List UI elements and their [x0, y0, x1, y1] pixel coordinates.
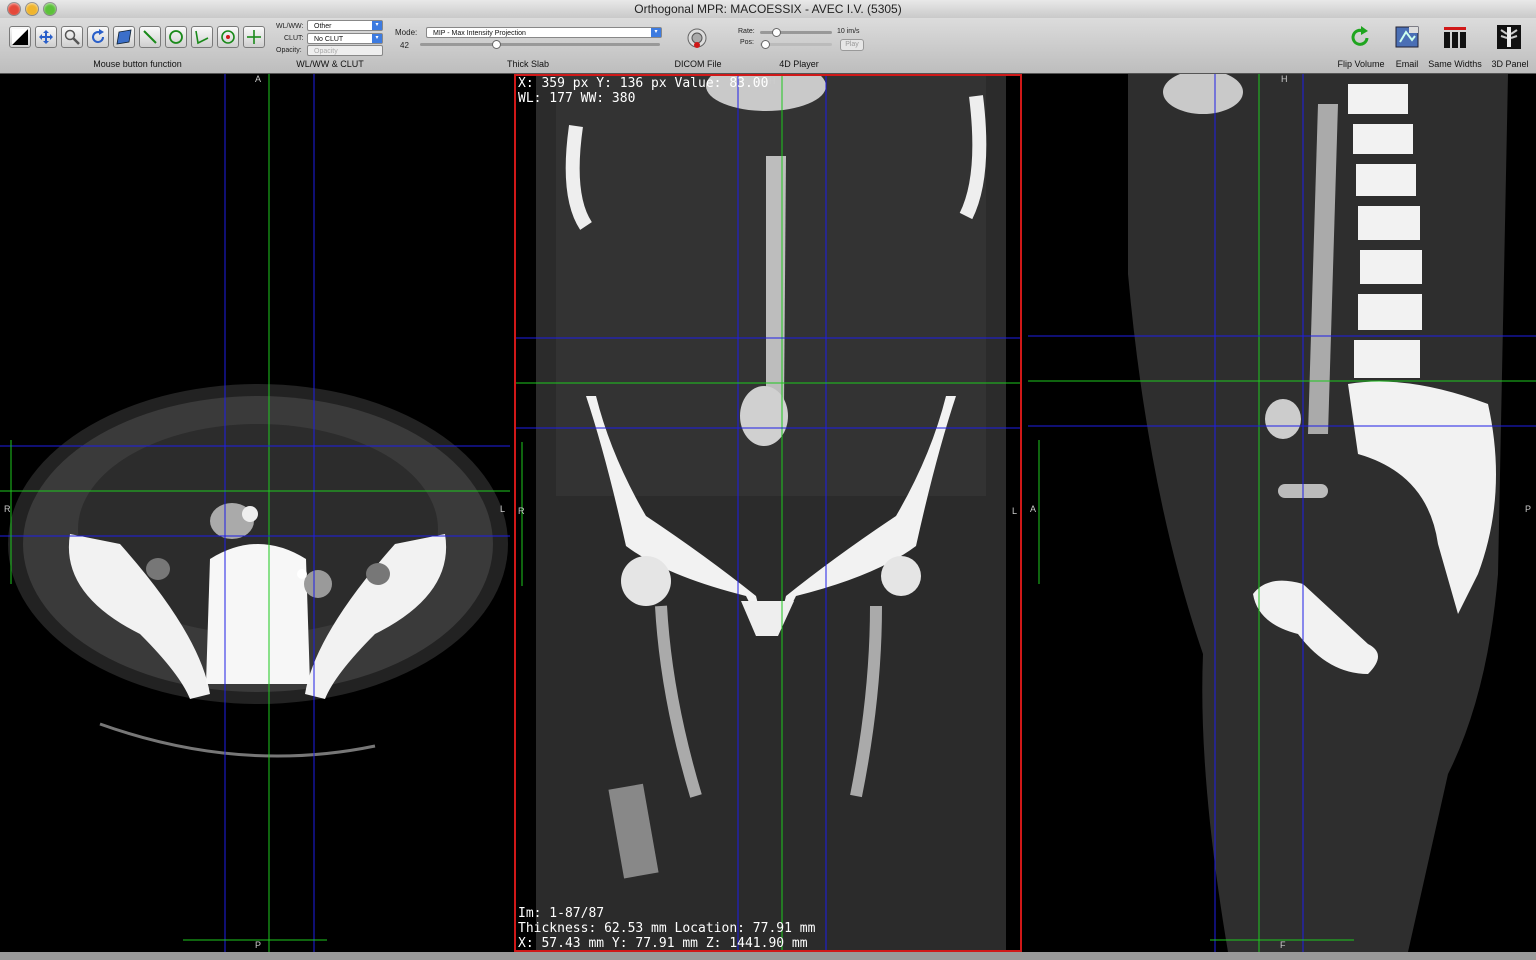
thick-slab-label: Thick Slab — [506, 59, 550, 69]
pos-slider-knob[interactable] — [761, 40, 770, 49]
scroll-stack-tool-button[interactable] — [113, 26, 135, 48]
wlww-clut-label: WL/WW & CLUT — [296, 59, 364, 69]
crosshair-tool-button[interactable] — [243, 26, 265, 48]
axial-orient-bottom: P — [255, 940, 262, 950]
sagittal-orient-bottom: F — [1280, 940, 1286, 950]
window-bottom-border — [0, 952, 1536, 960]
coronal-orient-left: R — [518, 506, 525, 516]
chevron-down-icon: ▾ — [372, 21, 382, 30]
sagittal-orient-right: P — [1525, 504, 1532, 514]
same-widths-label: Same Widths — [1428, 59, 1482, 69]
oval-tool-button[interactable] — [165, 26, 187, 48]
same-widths-icon — [1444, 27, 1466, 48]
chevron-down-icon: ▾ — [651, 28, 661, 37]
rotate-icon — [92, 29, 105, 44]
point-icon — [221, 30, 235, 44]
point-tool-button[interactable] — [217, 26, 239, 48]
sagittal-orient-top: H — [1281, 74, 1288, 84]
coronal-orient-right: L — [1012, 506, 1018, 516]
clut-label: CLUT: — [284, 35, 304, 42]
pos-label: Pos: — [740, 39, 755, 46]
zoom-icon — [64, 29, 80, 45]
slab-slider[interactable] — [420, 43, 660, 46]
sagittal-view[interactable]: H F A P — [1028, 74, 1536, 952]
flip-volume-button[interactable] — [1348, 24, 1374, 50]
dicom-file-icon — [687, 28, 707, 48]
flip-volume-label: Flip Volume — [1337, 59, 1385, 69]
opacity-label: Opacity: — [276, 47, 302, 54]
zoom-tool-button[interactable] — [61, 26, 83, 48]
email-icon — [1395, 26, 1419, 48]
3d-panel-icon — [1497, 25, 1521, 49]
opacity-popup[interactable]: Opacity — [307, 45, 383, 56]
flip-volume-icon — [1351, 26, 1369, 46]
4d-player-label: 4D Player — [779, 59, 819, 69]
wl-ww-tool-button[interactable] — [9, 26, 31, 48]
rate-value: 10 im/s — [837, 28, 860, 35]
play-button[interactable]: Play — [840, 39, 864, 51]
email-label: Email — [1395, 59, 1419, 69]
coronal-thickness-location: Thickness: 62.53 mm Location: 77.91 mm — [518, 921, 816, 936]
rotate-tool-button[interactable] — [87, 26, 109, 48]
axial-orient-right: L — [500, 504, 506, 514]
coronal-view[interactable]: H R L X: 359 px Y: 136 px Value: 83.00 W… — [514, 74, 1022, 952]
coronal-image-index: Im: 1-87/87 — [518, 906, 605, 921]
opacity-value: Opacity — [314, 48, 338, 55]
toolbar: Mouse button function WL/WW: Other ▾ CLU… — [0, 18, 1536, 74]
coronal-info-line2: WL: 177 WW: 380 — [518, 91, 636, 106]
sagittal-ct-image — [1028, 74, 1536, 952]
axial-orient-left: R — [4, 504, 11, 514]
clut-value: No CLUT — [314, 36, 344, 43]
wlww-popup[interactable]: Other ▾ — [307, 20, 383, 31]
title-bar: Orthogonal MPR: MACOESSIX - AVEC I.V. (5… — [0, 0, 1536, 19]
sagittal-orient-left: A — [1030, 504, 1037, 514]
mouse-button-function-label: Mouse button function — [93, 59, 182, 69]
dicom-file-button[interactable] — [686, 26, 708, 50]
slab-value: 42 — [400, 41, 409, 50]
coronal-orient-top: H — [769, 76, 776, 86]
3d-panel-button[interactable] — [1496, 24, 1522, 50]
same-widths-button[interactable] — [1442, 24, 1468, 50]
mode-label: Mode: — [395, 28, 418, 37]
wlww-label: WL/WW: — [276, 23, 304, 30]
axial-ct-image — [0, 74, 510, 952]
wl-ww-icon — [12, 29, 28, 45]
window-title: Orthogonal MPR: MACOESSIX - AVEC I.V. (5… — [634, 2, 902, 16]
rate-slider[interactable] — [760, 31, 832, 34]
mode-popup[interactable]: MIP - Max Intensity Projection ▾ — [426, 27, 662, 38]
angle-icon — [195, 30, 209, 45]
length-tool-button[interactable] — [139, 26, 161, 48]
email-button[interactable] — [1394, 24, 1420, 50]
oval-icon — [169, 30, 183, 44]
rate-slider-knob[interactable] — [772, 28, 781, 37]
pan-icon — [39, 30, 53, 44]
axial-orient-top: A — [255, 74, 262, 84]
dicom-file-label: DICOM File — [674, 59, 722, 69]
mode-value: MIP - Max Intensity Projection — [433, 30, 526, 37]
angle-tool-button[interactable] — [191, 26, 213, 48]
crosshair-icon — [247, 30, 261, 44]
pos-slider[interactable] — [760, 43, 832, 46]
slab-slider-knob[interactable] — [492, 40, 501, 49]
length-icon — [143, 30, 157, 44]
axial-view[interactable]: A P R L — [0, 74, 510, 952]
clut-popup[interactable]: No CLUT ▾ — [307, 33, 383, 44]
rate-label: Rate: — [738, 28, 755, 35]
pan-tool-button[interactable] — [35, 26, 57, 48]
coronal-ct-image — [516, 76, 1020, 950]
chevron-down-icon: ▾ — [372, 34, 382, 43]
coronal-coordinates: X: 57.43 mm Y: 77.91 mm Z: 1441.90 mm — [518, 936, 808, 951]
scroll-stack-icon — [116, 29, 132, 45]
coronal-info-line1: X: 359 px Y: 136 px Value: 83.00 — [518, 76, 769, 91]
3d-panel-label: 3D Panel — [1491, 59, 1529, 69]
wlww-value: Other — [314, 23, 332, 30]
